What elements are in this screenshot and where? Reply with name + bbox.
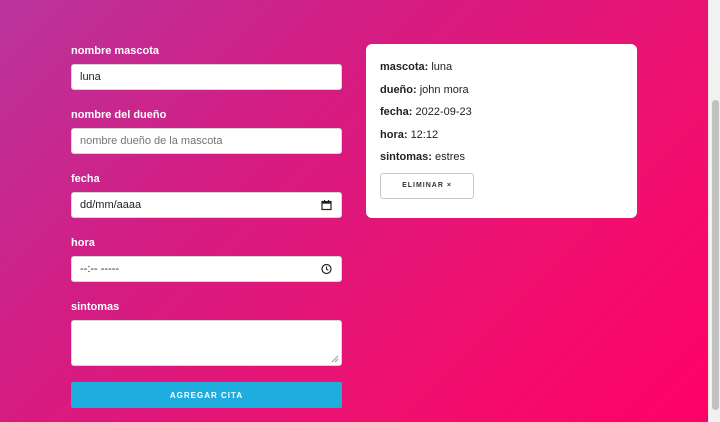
- appointment-owner-row: dueño: john mora: [380, 83, 623, 97]
- appointment-symptoms-value: estres: [435, 151, 465, 163]
- appointment-time-value: 12:12: [410, 128, 439, 141]
- appointment-owner-key: dueño:: [380, 83, 417, 96]
- appointment-pet-value: luna: [431, 61, 453, 73]
- appointment-card: mascota: luna dueño: john mora fecha: 20…: [366, 44, 637, 218]
- owner-name-input[interactable]: nombre dueño de la mascota: [71, 128, 342, 154]
- appointment-symptoms-row: sintomas: estres: [380, 150, 623, 164]
- resize-grip-icon[interactable]: [331, 355, 339, 363]
- appointment-pet-row: mascota: luna: [380, 60, 623, 74]
- appointment-symptoms-key: sintomas:: [380, 151, 432, 163]
- delete-appointment-button[interactable]: ELIMINAR ×: [380, 172, 474, 199]
- appointment-date-row: fecha: 2022-09-23: [380, 105, 623, 119]
- owner-name-label: nombre del dueño: [71, 109, 167, 121]
- add-appointment-button[interactable]: AGREGAR CITA: [71, 382, 342, 408]
- appointment-pet-key: mascota:: [380, 61, 429, 73]
- pet-name-label: nombre mascota: [71, 45, 160, 57]
- symptoms-textarea[interactable]: [71, 320, 342, 366]
- page-scrollbar[interactable]: [708, 0, 720, 422]
- appointment-form: nombre mascota luna nombre del dueño nom…: [71, 44, 342, 408]
- time-label: hora: [71, 237, 95, 249]
- clock-icon[interactable]: [321, 263, 332, 275]
- appointment-time-key: hora:: [380, 128, 408, 141]
- appointment-date-value: 2022-09-23: [415, 106, 472, 118]
- time-value: --:-- -----: [80, 263, 120, 275]
- calendar-icon[interactable]: [321, 200, 332, 211]
- appointment-time-row: hora: 12:12: [380, 128, 623, 142]
- pet-name-input[interactable]: luna: [71, 64, 342, 90]
- date-label: fecha: [71, 173, 100, 185]
- time-input[interactable]: --:-- -----: [71, 256, 342, 282]
- date-input[interactable]: dd/mm/aaaa: [71, 192, 342, 218]
- owner-name-placeholder: nombre dueño de la mascota: [80, 135, 223, 147]
- pet-name-value: luna: [80, 71, 101, 83]
- appointment-date-key: fecha:: [380, 106, 413, 118]
- scrollbar-thumb[interactable]: [712, 100, 719, 410]
- date-value: dd/mm/aaaa: [80, 199, 142, 211]
- appointment-owner-value: john mora: [419, 83, 469, 96]
- symptoms-label: sintomas: [71, 301, 120, 313]
